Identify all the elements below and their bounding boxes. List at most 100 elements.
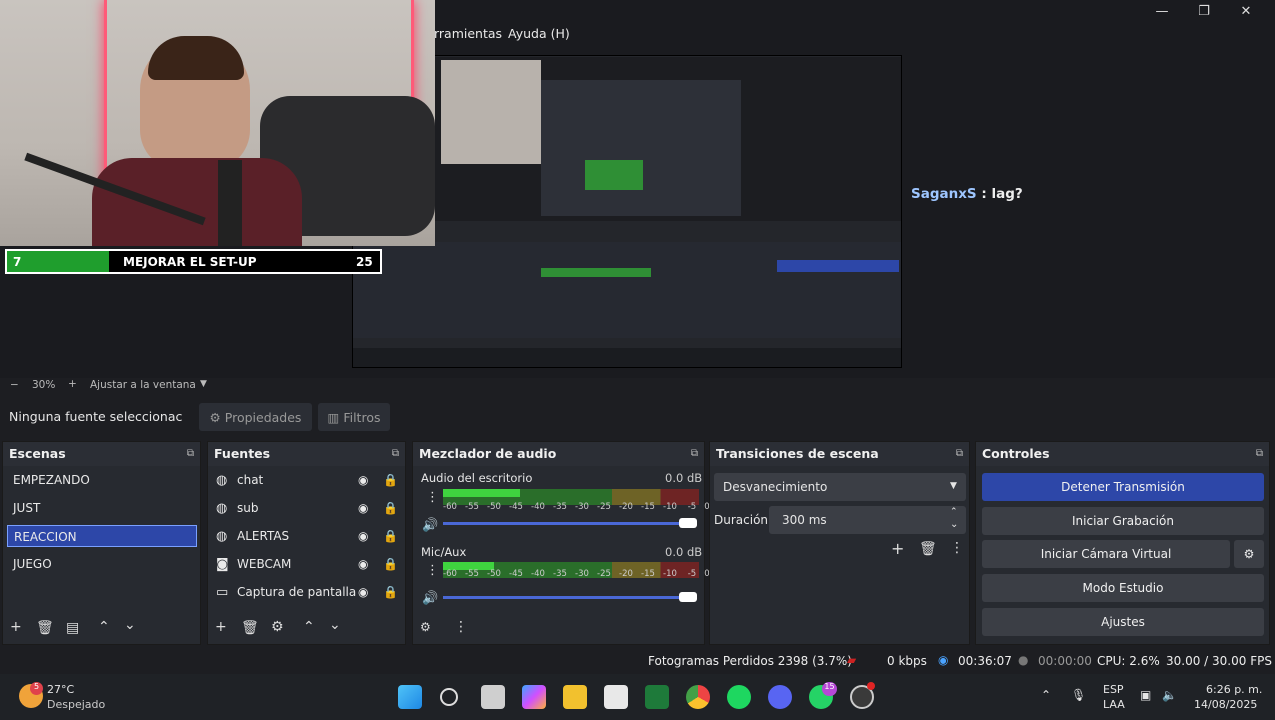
- speaker-icon[interactable]: 🔊: [422, 518, 438, 533]
- tick: -35: [553, 569, 567, 579]
- duration-spinbox[interactable]: 300 ms ⌃ ⌄: [769, 506, 966, 534]
- lock-icon[interactable]: 🔒: [383, 557, 398, 571]
- chevron-up-icon[interactable]: ⌃: [950, 507, 958, 517]
- search-icon[interactable]: [440, 688, 458, 706]
- eye-icon[interactable]: ◉: [358, 473, 368, 487]
- speaker-icon[interactable]: 🔊: [422, 591, 438, 606]
- task-view-icon[interactable]: [481, 685, 505, 709]
- lock-icon[interactable]: 🔒: [383, 501, 398, 515]
- fit-window-label[interactable]: Ajustar a la ventana: [90, 379, 196, 391]
- chevron-up-icon[interactable]: ⌃: [303, 619, 315, 635]
- advanced-audio-icon[interactable]: ⚙: [420, 620, 431, 634]
- add-icon[interactable]: +: [215, 619, 227, 635]
- chevron-down-icon[interactable]: ⌄: [950, 519, 958, 530]
- language[interactable]: ESP: [1103, 683, 1124, 696]
- scene-item[interactable]: EMPEZANDO: [7, 469, 197, 491]
- virtual-camera-settings-button[interactable]: ⚙: [1234, 540, 1264, 568]
- transition-select[interactable]: Desvanecimiento ▼: [714, 473, 966, 501]
- eye-icon[interactable]: ◉: [358, 557, 368, 571]
- properties-button[interactable]: ⚙ Propiedades: [199, 403, 312, 431]
- add-icon[interactable]: +: [891, 539, 904, 558]
- chevron-down-icon[interactable]: ⌄: [329, 617, 341, 633]
- volume-handle[interactable]: [679, 518, 697, 528]
- studio-mode-button[interactable]: Modo Estudio: [982, 574, 1264, 602]
- volume-handle[interactable]: [679, 592, 697, 602]
- chevron-down-icon[interactable]: ⌄: [124, 617, 136, 633]
- windows-start-icon[interactable]: [398, 685, 422, 709]
- tick: -40: [531, 502, 545, 512]
- globe-icon: ◍: [216, 501, 228, 516]
- undock-icon[interactable]: ⧉: [1256, 448, 1263, 459]
- source-item[interactable]: ◍ sub ◉ 🔒: [212, 501, 402, 523]
- lock-icon[interactable]: 🔒: [383, 585, 398, 599]
- add-icon[interactable]: +: [10, 619, 22, 635]
- close-button[interactable]: ✕: [1225, 0, 1267, 22]
- source-item[interactable]: ◙ WEBCAM ◉ 🔒: [212, 557, 402, 579]
- chrome-icon[interactable]: [686, 685, 710, 709]
- trash-icon[interactable]: 🗑: [919, 541, 937, 557]
- person-shirt: [92, 158, 302, 246]
- excel-icon[interactable]: [645, 685, 669, 709]
- tick: -40: [531, 569, 545, 579]
- copilot-icon[interactable]: [522, 685, 546, 709]
- spotify-icon[interactable]: [727, 685, 751, 709]
- kebab-icon[interactable]: ⋮: [950, 540, 964, 556]
- volume-icon[interactable]: 🔈: [1162, 688, 1177, 702]
- zoom-in-button[interactable]: +: [68, 378, 77, 390]
- chevron-up-icon[interactable]: ⌃: [1041, 688, 1051, 702]
- file-explorer-icon[interactable]: [563, 685, 587, 709]
- mixer-title: Mezclador de audio: [419, 446, 557, 461]
- channel-db: 0.0 dB: [665, 471, 703, 485]
- tick: -5: [687, 502, 697, 512]
- zoom-out-button[interactable]: −: [10, 379, 19, 391]
- trash-icon[interactable]: 🗑: [36, 620, 54, 636]
- clock-date[interactable]: 14/08/2025: [1194, 698, 1257, 711]
- eye-icon[interactable]: ◉: [358, 501, 368, 515]
- keyboard-layout[interactable]: LAA: [1103, 698, 1125, 711]
- undock-icon[interactable]: ⧉: [392, 448, 399, 459]
- source-item[interactable]: ◍ chat ◉ 🔒: [212, 473, 402, 495]
- lock-icon[interactable]: 🔒: [383, 529, 398, 543]
- eye-icon[interactable]: ◉: [358, 585, 368, 599]
- undock-icon[interactable]: ⧉: [187, 448, 194, 459]
- eye-icon[interactable]: ◉: [358, 529, 368, 543]
- start-recording-button[interactable]: Iniciar Grabación: [982, 507, 1264, 535]
- filters-button[interactable]: ▥ Filtros: [318, 403, 390, 431]
- tick: -60: [443, 502, 457, 512]
- tick: -60: [443, 569, 457, 579]
- minimize-button[interactable]: —: [1141, 0, 1183, 22]
- maximize-button[interactable]: ❐: [1183, 0, 1225, 22]
- discord-icon[interactable]: [768, 685, 792, 709]
- microphone-icon[interactable]: 🎙: [1071, 688, 1086, 702]
- stop-stream-button[interactable]: Detener Transmisión: [982, 473, 1264, 501]
- chevron-up-icon[interactable]: ⌃: [98, 619, 110, 635]
- volume-slider[interactable]: [443, 522, 683, 525]
- kebab-icon[interactable]: ⋮: [426, 490, 439, 505]
- filter-icon[interactable]: ▤: [66, 620, 79, 636]
- nested-meter: [585, 160, 643, 190]
- scene-item-selected[interactable]: REACCION: [7, 525, 197, 547]
- start-virtual-camera-button[interactable]: Iniciar Cámara Virtual: [982, 540, 1230, 568]
- menu-help[interactable]: Ayuda (H): [508, 26, 570, 41]
- store-icon[interactable]: [604, 685, 628, 709]
- clock-time[interactable]: 6:26 p. m.: [1206, 683, 1262, 696]
- filter-icon: ▥: [327, 409, 340, 425]
- gear-icon[interactable]: ⚙: [271, 619, 284, 635]
- menu-tools[interactable]: rramientas: [434, 26, 502, 41]
- settings-button[interactable]: Ajustes: [982, 608, 1264, 636]
- properties-label: Propiedades: [224, 409, 302, 425]
- kebab-icon[interactable]: ⋮: [454, 619, 468, 635]
- source-item[interactable]: ▭ Captura de pantalla ◉ 🔒: [212, 585, 402, 607]
- undock-icon[interactable]: ⧉: [956, 448, 963, 459]
- lock-icon[interactable]: 🔒: [383, 473, 398, 487]
- source-item[interactable]: ◍ ALERTAS ◉ 🔒: [212, 529, 402, 551]
- trash-icon[interactable]: 🗑: [241, 620, 259, 636]
- undock-icon[interactable]: ⧉: [691, 448, 698, 459]
- chevron-down-icon[interactable]: ▼: [200, 379, 207, 389]
- network-icon[interactable]: ▣: [1140, 688, 1151, 702]
- kebab-icon[interactable]: ⋮: [426, 563, 439, 578]
- scene-item[interactable]: JUST: [7, 497, 197, 519]
- volume-slider[interactable]: [443, 596, 683, 599]
- taskbar: 5 27°C Despejado 15 ⌃ 🎙 ESP LAA ▣ 🔈 6:26…: [0, 674, 1275, 720]
- scene-item[interactable]: JUEGO: [7, 553, 197, 575]
